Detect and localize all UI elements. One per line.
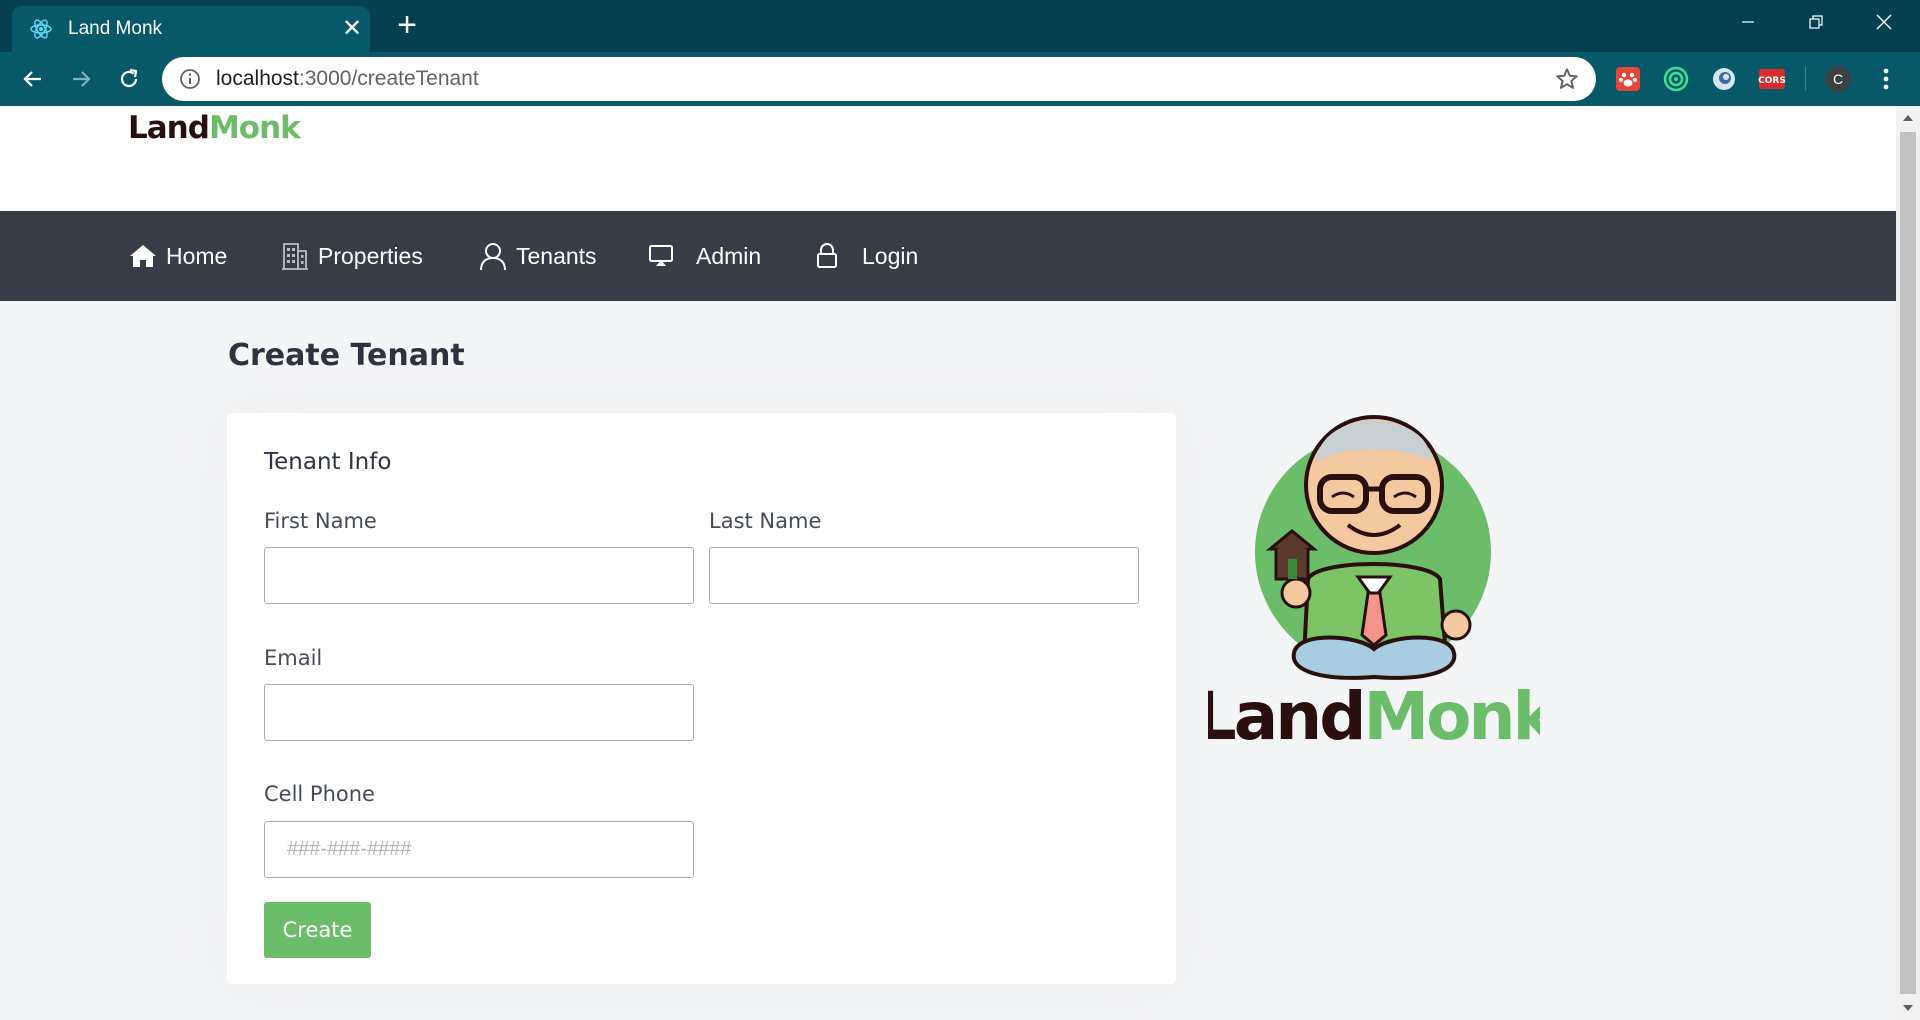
profile-avatar[interactable]: C — [1822, 63, 1854, 95]
toolbar-separator — [1805, 67, 1806, 91]
home-icon — [128, 241, 158, 271]
star-icon[interactable] — [1552, 64, 1582, 94]
browser-titlebar: Land Monk ✕ + — [0, 0, 1920, 52]
page-viewport: LandMonk Home Properties Tenants Admin L… — [0, 106, 1920, 1020]
tab-title: Land Monk — [68, 18, 163, 39]
nav-label-properties: Properties — [318, 242, 423, 269]
create-button[interactable]: Create — [264, 902, 371, 958]
reload-icon[interactable] — [110, 60, 148, 98]
nav-label-tenants: Tenants — [516, 242, 597, 269]
nav-item-properties[interactable]: Properties — [280, 211, 423, 301]
nav-label-login: Login — [862, 242, 919, 269]
url-text: localhost:3000/createTenant — [216, 67, 479, 90]
card-title: Tenant Info — [264, 449, 392, 475]
close-icon[interactable]: ✕ — [334, 17, 370, 41]
email-field[interactable] — [264, 684, 694, 741]
lock-icon — [812, 241, 842, 271]
circle-extension-icon[interactable] — [1708, 63, 1740, 95]
nav-item-tenants[interactable]: Tenants — [478, 211, 597, 301]
target-extension-icon[interactable] — [1660, 63, 1692, 95]
email-label: Email — [264, 646, 323, 670]
paw-extension-icon[interactable] — [1612, 63, 1644, 95]
scrollbar-thumb[interactable] — [1900, 132, 1916, 994]
site-header: LandMonk — [0, 106, 1896, 211]
nav-label-home: Home — [166, 242, 228, 269]
kebab-menu-icon[interactable] — [1870, 63, 1902, 95]
forward-icon[interactable] — [62, 60, 100, 98]
svg-text:LandMonk: LandMonk — [1208, 678, 1540, 749]
plus-icon[interactable]: + — [390, 8, 424, 42]
last-name-field[interactable] — [709, 547, 1139, 604]
svg-text:CORS: CORS — [1758, 76, 1786, 86]
cell-phone-field[interactable] — [264, 821, 694, 878]
svg-text:C: C — [1833, 71, 1843, 87]
landmonk-mascot-logo: LandMonk — [1195, 409, 1561, 755]
close-window-icon[interactable] — [1852, 0, 1916, 44]
first-name-label: First Name — [264, 509, 377, 533]
last-name-label: Last Name — [709, 509, 822, 533]
browser-toolbar: localhost:3000/createTenant CORS C — [0, 52, 1920, 106]
page-title: Create Tenant — [228, 338, 465, 373]
nav-item-admin[interactable]: Admin — [646, 211, 761, 301]
tenant-info-card: Tenant Info First Name Last Name Email C… — [227, 413, 1176, 984]
page-scrollbar[interactable] — [1896, 106, 1920, 1020]
nav-label-admin: Admin — [696, 242, 762, 269]
react-favicon-icon — [28, 16, 54, 42]
site-logo[interactable]: LandMonk — [128, 110, 301, 146]
nav-item-home[interactable]: Home — [128, 211, 227, 301]
browser-tab[interactable]: Land Monk ✕ — [12, 6, 370, 52]
nav-item-login[interactable]: Login — [812, 211, 918, 301]
scroll-down-icon[interactable] — [1896, 998, 1920, 1018]
cors-extension-icon[interactable]: CORS — [1756, 63, 1788, 95]
back-icon[interactable] — [14, 60, 52, 98]
restore-icon[interactable] — [1784, 0, 1848, 44]
user-icon — [478, 241, 508, 271]
minimize-icon[interactable] — [1716, 0, 1780, 44]
scroll-up-icon[interactable] — [1896, 108, 1920, 128]
first-name-field[interactable] — [264, 547, 694, 604]
monitor-icon — [646, 241, 676, 271]
info-icon[interactable] — [178, 67, 202, 91]
address-bar[interactable]: localhost:3000/createTenant — [162, 57, 1596, 101]
cell-phone-label: Cell Phone — [264, 782, 375, 806]
main-nav: Home Properties Tenants Admin Login — [0, 211, 1896, 301]
building-icon — [280, 241, 310, 271]
